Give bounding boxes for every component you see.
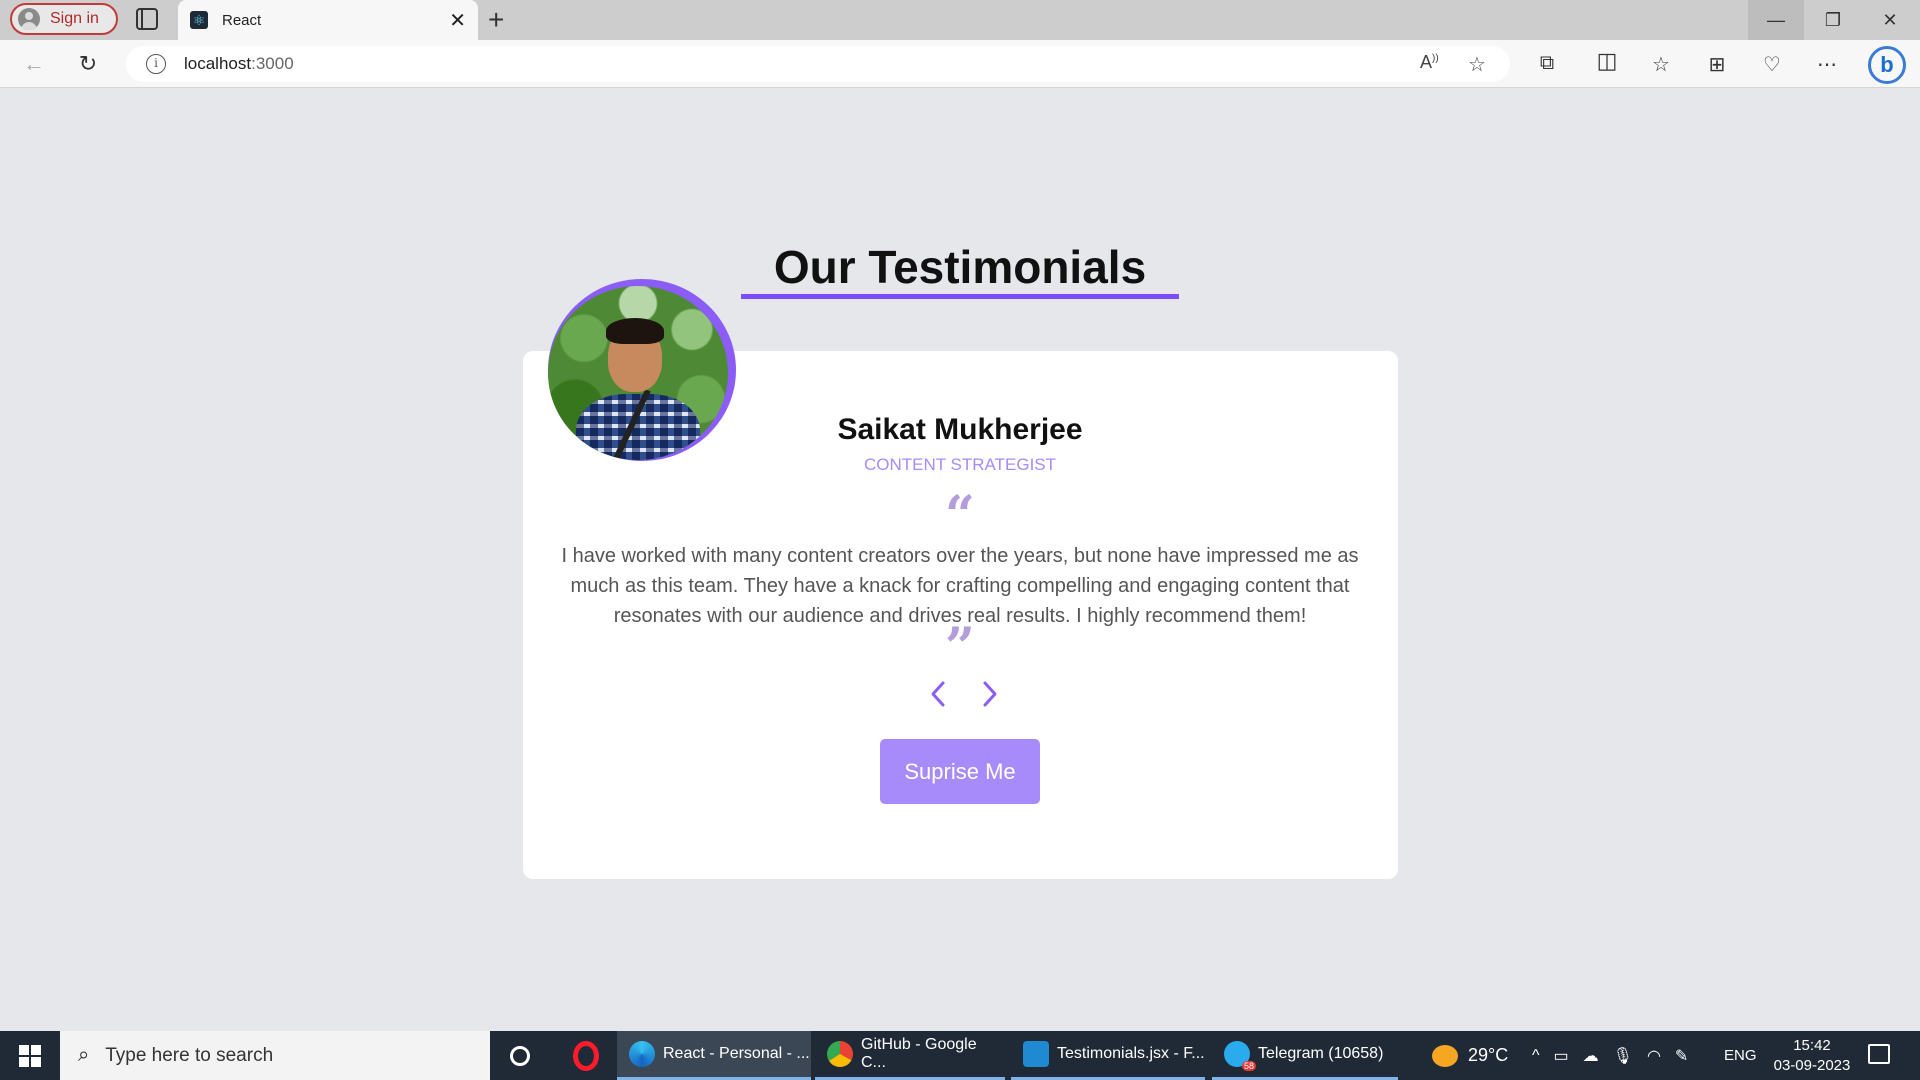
telegram-icon: 58 [1224,1041,1256,1071]
notification-icon[interactable] [1868,1044,1890,1064]
telegram-badge: 58 [1241,1061,1256,1071]
taskbar-app-chrome[interactable]: GitHub - Google C... [815,1031,1005,1080]
close-quote-icon: ” [945,617,975,678]
tab-actions-icon[interactable] [136,8,158,30]
avatar [548,286,728,460]
start-button[interactable] [0,1031,60,1080]
windows-logo-icon [19,1044,41,1067]
taskbar-app-label: React - Personal - ... [663,1045,810,1062]
restore-button[interactable]: ❐ [1805,0,1861,40]
tab-close-icon[interactable]: ✕ [449,8,466,33]
tab-react[interactable]: ⚛ React ✕ [178,0,478,40]
refresh-icon[interactable]: ↻ [72,48,104,80]
react-favicon-icon: ⚛ [190,11,208,29]
favorites-icon[interactable]: ☆ [1648,52,1674,77]
browser-toolbar: ← ↻ i localhost:3000 A)) ☆ ⧉ ◫ ☆ ⊞ ♡ ⋯ [0,40,1920,88]
favorite-star-icon[interactable]: ☆ [1468,52,1486,77]
more-menu-icon[interactable]: ⋯ [1814,52,1840,77]
bing-copilot-icon[interactable]: b [1868,46,1906,84]
pen-icon[interactable]: ✎ [1675,1046,1688,1066]
onedrive-icon[interactable]: ☁ [1583,1046,1599,1066]
search-icon: ⌕ [78,1044,90,1066]
tab-title: React [222,11,262,29]
chevron-left-icon [931,681,945,707]
weather-temp: 29°C [1468,1045,1509,1065]
next-arrow-button[interactable] [975,677,1005,711]
clock-time: 15:42 [1793,1037,1831,1054]
url-port: :3000 [251,54,294,73]
new-tab-icon[interactable]: + [488,4,504,36]
title-underline [741,294,1179,299]
avatar-hair [606,318,664,344]
taskbar-search[interactable]: ⌕ Type here to search [60,1031,490,1080]
url-host: localhost [184,54,252,73]
address-bar[interactable]: i localhost:3000 A)) ☆ [126,46,1510,82]
taskbar-app-edge[interactable]: React - Personal - ... [617,1031,811,1080]
taskbar-app-label: Testimonials.jsx - F... [1057,1045,1205,1062]
vscode-icon [1023,1041,1049,1067]
back-arrow-icon[interactable]: ← [18,48,50,80]
clock-date: 03-09-2023 [1773,1057,1851,1074]
system-tray: ^ ▭ ☁ 🎙 ◠ ✎ [1532,1031,1688,1080]
collections-icon[interactable]: ⊞ [1704,52,1730,77]
chrome-icon [827,1041,853,1067]
taskbar-app-telegram[interactable]: 58 Telegram (10658) [1212,1031,1398,1080]
search-placeholder: Type here to search [105,1044,274,1066]
extensions-icon[interactable]: ⧉ [1534,52,1560,75]
close-window-button[interactable]: ✕ [1862,0,1918,40]
browser-essentials-icon[interactable]: ♡ [1759,52,1785,77]
weather-widget[interactable]: 29°C [1432,1031,1508,1080]
profile-avatar-icon [18,8,40,30]
wifi-icon[interactable]: ◠ [1647,1046,1661,1066]
surprise-me-button[interactable]: Suprise Me [880,739,1040,804]
opera-icon[interactable] [566,1031,606,1080]
person-role: CONTENT STRATEGIST [863,455,1057,474]
battery-icon[interactable]: ▭ [1554,1046,1569,1066]
chevron-right-icon [983,681,997,707]
read-aloud-icon[interactable]: A)) [1420,52,1439,73]
weather-icon [1432,1044,1458,1067]
taskbar: ⌕ Type here to search React - Personal -… [0,1031,1920,1080]
open-quote-icon: “ [945,485,975,546]
clock[interactable]: 15:42 03-09-2023 [1752,1036,1872,1076]
previous-arrow-button[interactable] [923,677,953,711]
person-name: Saikat Mukherjee [837,413,1083,446]
cortana-icon[interactable] [500,1031,540,1080]
browser-tab-bar: Sign in ⚛ React ✕ + — ❐ ✕ [0,0,1920,40]
taskbar-app-label: Telegram (10658) [1258,1045,1384,1062]
chevron-up-icon[interactable]: ^ [1532,1047,1540,1065]
taskbar-app-vscode[interactable]: Testimonials.jsx - F... [1011,1031,1205,1080]
taskbar-app-label: GitHub - Google C... [861,1036,977,1071]
edge-icon [629,1041,655,1067]
site-info-icon[interactable]: i [146,54,166,74]
split-screen-icon[interactable]: ◫ [1594,48,1620,74]
minimize-button[interactable]: — [1748,0,1804,40]
microphone-icon[interactable]: 🎙 [1613,1046,1633,1066]
page-title: Our Testimonials [773,241,1147,293]
profile-signin-button[interactable]: Sign in [10,3,118,35]
signin-label: Sign in [50,10,99,27]
url-text: localhost:3000 [184,54,294,74]
